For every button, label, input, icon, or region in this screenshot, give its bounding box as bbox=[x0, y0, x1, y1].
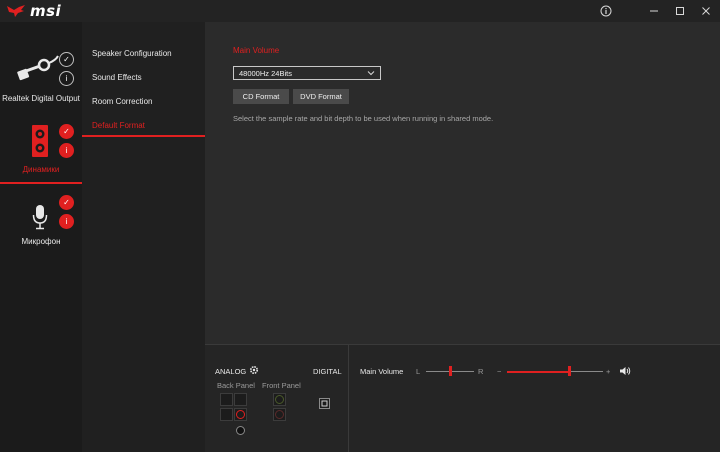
format-select[interactable]: 48000Hz 24Bits bbox=[233, 66, 381, 80]
device-label: Динамики bbox=[22, 165, 60, 174]
spdif-port-icon[interactable] bbox=[319, 398, 330, 409]
back-jack-active[interactable] bbox=[234, 408, 247, 421]
balance-left-label: L bbox=[416, 367, 421, 376]
front-jack-mic[interactable] bbox=[273, 408, 286, 421]
section-title: Main Volume bbox=[233, 46, 280, 55]
digital-plug-icon bbox=[17, 55, 59, 81]
check-icon: ✓ bbox=[59, 195, 74, 210]
menu-sound-effects[interactable]: Sound Effects bbox=[92, 73, 142, 82]
front-jack-headphone[interactable] bbox=[273, 393, 286, 406]
speaker-icon bbox=[32, 125, 48, 157]
info-icon[interactable] bbox=[597, 2, 615, 20]
dragon-icon bbox=[7, 5, 25, 17]
optical-jack[interactable] bbox=[234, 424, 247, 437]
main-volume-label: Main Volume bbox=[360, 367, 404, 376]
volume-slider-thumb[interactable] bbox=[567, 366, 571, 376]
gear-icon[interactable] bbox=[249, 365, 259, 375]
back-jack[interactable] bbox=[234, 393, 247, 406]
dvd-format-button[interactable]: DVD Format bbox=[293, 89, 349, 104]
logo-text: msi bbox=[30, 2, 62, 20]
check-icon: ✓ bbox=[59, 52, 74, 67]
volume-plus[interactable]: + bbox=[606, 367, 610, 376]
device-sidebar: ✓ i Realtek Digital Output ✓ i Динамики … bbox=[0, 22, 82, 452]
device-label: Микрофон bbox=[21, 237, 61, 246]
device-speakers[interactable]: ✓ i Динамики bbox=[0, 114, 82, 184]
volume-slider-fill bbox=[507, 370, 570, 373]
menu-speaker-configuration[interactable]: Speaker Configuration bbox=[92, 49, 172, 58]
active-menu-indicator bbox=[82, 135, 205, 137]
menu-default-format[interactable]: Default Format bbox=[92, 121, 145, 130]
menu-room-correction[interactable]: Room Correction bbox=[92, 97, 152, 106]
main-content: Main Volume 48000Hz 24Bits CD Format DVD… bbox=[205, 22, 720, 344]
digital-label: DIGITAL bbox=[313, 367, 342, 376]
back-jack[interactable] bbox=[220, 393, 233, 406]
balance-slider-thumb[interactable] bbox=[448, 366, 452, 376]
back-jack[interactable] bbox=[220, 408, 233, 421]
chevron-down-icon bbox=[367, 71, 375, 76]
check-icon: ✓ bbox=[59, 124, 74, 139]
minimize-button[interactable] bbox=[645, 2, 663, 20]
title-bar: msi bbox=[0, 0, 720, 22]
speaker-volume-icon[interactable] bbox=[619, 366, 631, 376]
volume-minus[interactable]: − bbox=[497, 367, 501, 376]
info-small-icon: i bbox=[59, 214, 74, 229]
cd-format-button[interactable]: CD Format bbox=[233, 89, 289, 104]
close-button[interactable] bbox=[697, 2, 715, 20]
back-panel-label: Back Panel bbox=[217, 381, 255, 390]
info-small-icon: i bbox=[59, 71, 74, 86]
balance-right-label: R bbox=[478, 367, 484, 376]
format-select-value: 48000Hz 24Bits bbox=[239, 68, 292, 78]
device-digital-output[interactable]: ✓ i Realtek Digital Output bbox=[0, 22, 82, 114]
device-label: Realtek Digital Output bbox=[2, 94, 80, 103]
info-small-icon: i bbox=[59, 143, 74, 158]
maximize-button[interactable] bbox=[671, 2, 689, 20]
device-microphone[interactable]: ✓ i Микрофон bbox=[0, 184, 82, 254]
analog-label: ANALOG bbox=[215, 367, 247, 376]
front-panel-label: Front Panel bbox=[262, 381, 301, 390]
bottom-panel: ANALOG DIGITAL Back Panel Front Panel Ma… bbox=[205, 344, 720, 452]
bottom-divider bbox=[348, 345, 349, 452]
msi-logo: msi bbox=[6, 2, 62, 20]
settings-menu: Speaker Configuration Sound Effects Room… bbox=[82, 22, 205, 452]
microphone-icon bbox=[32, 205, 48, 230]
format-description: Select the sample rate and bit depth to … bbox=[233, 114, 494, 123]
